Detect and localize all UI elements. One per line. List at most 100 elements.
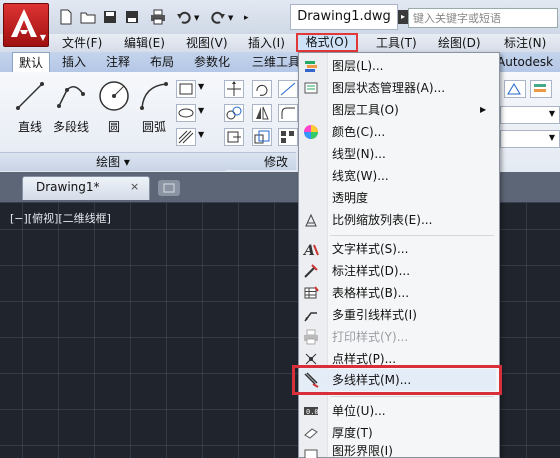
viewport-label[interactable]: [−][俯视][二维线框] bbox=[10, 210, 111, 226]
array-tool-icon[interactable] bbox=[278, 128, 298, 146]
panel-modify-title[interactable]: 修改 ▾ bbox=[226, 152, 296, 187]
print-icon[interactable] bbox=[150, 9, 166, 25]
layer-properties-icon[interactable] bbox=[530, 80, 552, 98]
annotation-scale-icon[interactable] bbox=[504, 80, 526, 98]
mleader-style-icon bbox=[303, 307, 319, 323]
fillet-tool-icon[interactable] bbox=[278, 104, 298, 122]
undo-dropdown-icon[interactable]: ▼ bbox=[194, 9, 204, 25]
polyline-tool-label: 多段线 bbox=[52, 120, 89, 134]
arc-icon bbox=[140, 82, 168, 110]
text-style-icon: A bbox=[302, 241, 319, 259]
line-tool-label: 直线 bbox=[17, 120, 42, 134]
menu-bar: 文件(F) 编辑(E) 视图(V) 插入(I) 工具(T) 绘图(D) 标注(N… bbox=[0, 34, 560, 52]
autocad-logo-icon bbox=[11, 9, 37, 37]
menu-separator bbox=[330, 396, 494, 397]
new-tab-button[interactable] bbox=[158, 180, 180, 196]
menu-file[interactable]: 文件(F) bbox=[62, 34, 102, 52]
menu-item-mleader-style[interactable]: 多重引线样式(I) bbox=[298, 304, 496, 326]
menu-separator bbox=[330, 235, 494, 236]
arc-tool-button[interactable]: 圆弧 bbox=[132, 78, 176, 144]
menu-item-linetype[interactable]: 线型(N)... bbox=[298, 143, 496, 165]
property-dropdown-2[interactable]: ▼ bbox=[500, 130, 560, 148]
layer-icon bbox=[303, 58, 319, 74]
menu-item-text-style[interactable]: A 文字样式(S)... bbox=[298, 238, 496, 260]
svg-text:A: A bbox=[303, 243, 315, 257]
scale-list-icon bbox=[303, 212, 319, 228]
document-title: Drawing1.dwg bbox=[290, 4, 398, 30]
redo-dropdown-icon[interactable]: ▼ bbox=[228, 9, 238, 25]
circle-icon bbox=[99, 81, 129, 111]
redo-icon[interactable] bbox=[210, 9, 226, 25]
dim-style-icon bbox=[303, 263, 319, 279]
open-folder-icon[interactable] bbox=[80, 9, 96, 25]
save-as-icon[interactable] bbox=[124, 9, 140, 25]
quick-access-customize-icon[interactable]: ▸ bbox=[244, 9, 256, 25]
menu-dimension[interactable]: 标注(N) bbox=[504, 34, 546, 52]
menu-item-thickness[interactable]: 厚度(T) bbox=[298, 422, 496, 444]
tab-autodesk-360[interactable]: Autodesk 3 bbox=[497, 52, 560, 89]
ellipse-dropdown-icon[interactable]: ▼ bbox=[198, 106, 204, 115]
tab-insert[interactable]: 插入 bbox=[62, 52, 86, 72]
menu-item-layer-state-manager[interactable]: 图层状态管理器(A)... bbox=[298, 77, 496, 99]
polyline-icon bbox=[57, 86, 85, 108]
menu-item-transparency[interactable]: 透明度 bbox=[298, 187, 496, 209]
menu-item-units[interactable]: 0.0 单位(U)... bbox=[298, 400, 496, 422]
color-wheel-icon bbox=[303, 124, 319, 140]
tab-default[interactable]: 默认 bbox=[12, 52, 50, 72]
menu-item-layer[interactable]: 图层(L)... bbox=[298, 55, 496, 77]
svg-text:0.0: 0.0 bbox=[306, 408, 319, 416]
move-tool-icon[interactable] bbox=[224, 80, 244, 98]
units-icon: 0.0 bbox=[303, 403, 319, 419]
search-expand-icon[interactable]: ▸ bbox=[398, 10, 408, 24]
menu-item-color[interactable]: 颜色(C)... bbox=[298, 121, 496, 143]
copy-tool-icon[interactable] bbox=[224, 104, 244, 122]
stretch-tool-icon[interactable] bbox=[224, 128, 244, 146]
rotate-tool-icon[interactable] bbox=[252, 80, 272, 98]
line-icon bbox=[16, 82, 44, 110]
hatch-tool-icon[interactable] bbox=[176, 128, 196, 146]
plot-style-icon bbox=[303, 329, 319, 345]
application-menu-button[interactable]: ▼ bbox=[3, 3, 49, 47]
menu-tools[interactable]: 工具(T) bbox=[376, 34, 417, 52]
menu-item-scale-list[interactable]: 比例缩放列表(E)... bbox=[298, 209, 496, 231]
menu-item-table-style[interactable]: 表格样式(B)... bbox=[298, 282, 496, 304]
polyline-tool-button[interactable]: 多段线 bbox=[48, 78, 94, 144]
trim-tool-icon[interactable] bbox=[278, 80, 298, 98]
ellipse-tool-icon[interactable] bbox=[176, 104, 196, 122]
menu-item-layer-tools[interactable]: 图层工具(O) bbox=[298, 99, 496, 121]
rectangle-tool-icon[interactable] bbox=[176, 80, 196, 98]
menu-format[interactable]: 格式(O) bbox=[296, 33, 358, 52]
search-input[interactable]: 键入关键字或短语 bbox=[408, 8, 558, 28]
tab-parametric[interactable]: 参数化 bbox=[194, 52, 230, 72]
ribbon-right-panel: ▼ ▼ bbox=[500, 72, 560, 172]
menu-edit[interactable]: 编辑(E) bbox=[124, 34, 165, 52]
line-tool-button[interactable]: 直线 bbox=[8, 78, 52, 144]
property-dropdown-1[interactable]: ▼ bbox=[500, 106, 560, 124]
hatch-dropdown-icon[interactable]: ▼ bbox=[198, 130, 204, 139]
limits-icon bbox=[303, 447, 319, 458]
menu-item-plot-style: 打印样式(Y)... bbox=[298, 326, 496, 348]
rectangle-dropdown-icon[interactable]: ▼ bbox=[198, 82, 204, 91]
close-icon[interactable]: × bbox=[130, 180, 142, 193]
submenu-arrow-icon: ▶ bbox=[480, 105, 487, 114]
menu-view[interactable]: 视图(V) bbox=[186, 34, 228, 52]
highlight-box bbox=[292, 365, 502, 395]
scale-tool-icon[interactable] bbox=[252, 128, 272, 146]
tab-annotate[interactable]: 注释 bbox=[106, 52, 130, 72]
save-icon[interactable] bbox=[102, 9, 118, 25]
thickness-icon bbox=[303, 425, 319, 441]
plus-icon bbox=[163, 183, 175, 193]
panel-draw-title[interactable]: 绘图 ▾ bbox=[0, 152, 226, 171]
menu-item-lineweight[interactable]: 线宽(W)... bbox=[298, 165, 496, 187]
tab-3d-tools[interactable]: 三维工具 bbox=[252, 52, 300, 72]
layer-state-icon bbox=[303, 80, 319, 96]
new-file-icon[interactable] bbox=[58, 9, 74, 25]
menu-insert[interactable]: 插入(I) bbox=[248, 34, 285, 52]
menu-item-drawing-limits[interactable]: 图形界限(I) bbox=[298, 444, 496, 458]
mirror-tool-icon[interactable] bbox=[252, 104, 272, 122]
menu-item-dim-style[interactable]: 标注样式(D)... bbox=[298, 260, 496, 282]
undo-icon[interactable] bbox=[176, 9, 192, 25]
circle-tool-button[interactable]: 圆 bbox=[92, 78, 136, 144]
menu-draw[interactable]: 绘图(D) bbox=[438, 34, 481, 52]
tab-layout[interactable]: 布局 bbox=[150, 52, 174, 72]
